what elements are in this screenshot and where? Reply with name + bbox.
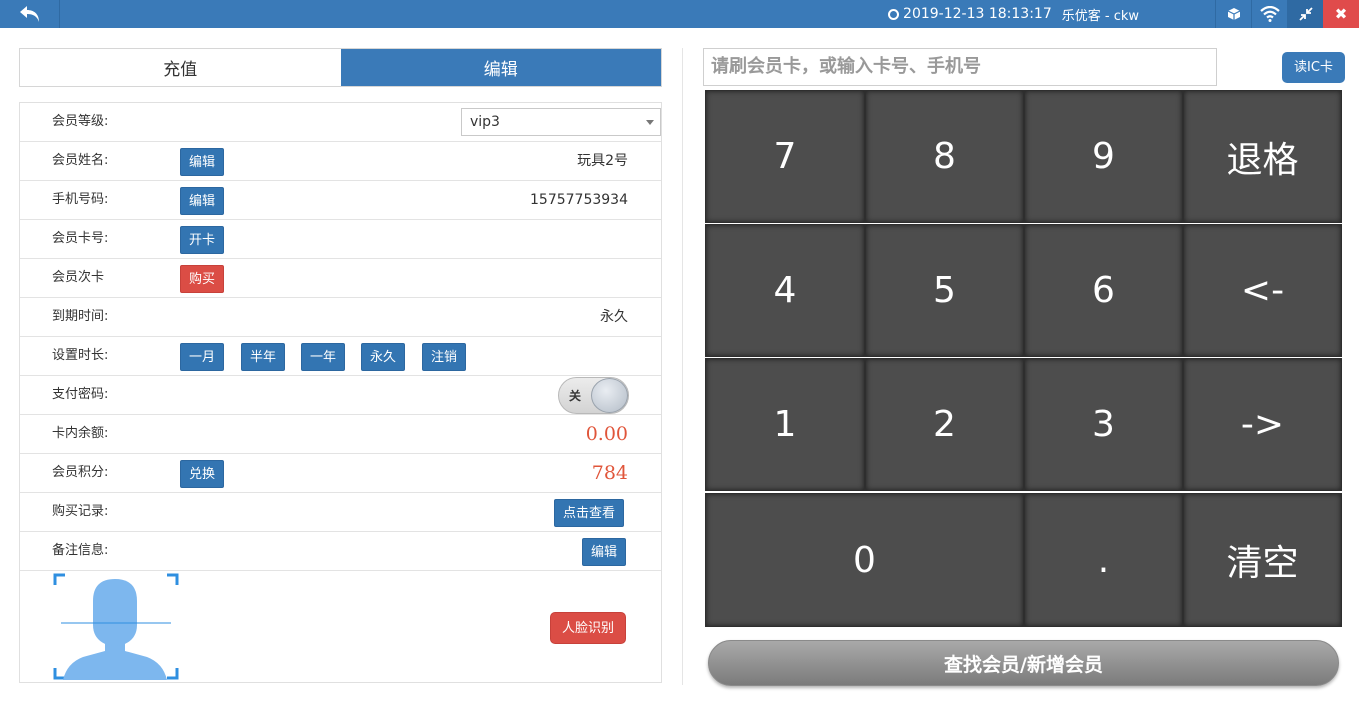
key-9[interactable]: 9 bbox=[1024, 90, 1183, 223]
phone-label: 手机号码: bbox=[52, 192, 109, 207]
status-area: 2019-12-13 18:13:17 乐优客 - ckw bbox=[888, 0, 1139, 28]
member-form: 会员等级: vip3 会员姓名: 编辑 玩具2号 手机号码: 编辑 157577… bbox=[19, 102, 662, 683]
duration-year-button[interactable]: 一年 bbox=[301, 343, 346, 371]
level-label: 会员等级: bbox=[52, 114, 109, 129]
key-6[interactable]: 6 bbox=[1024, 224, 1183, 357]
key-cursor-left[interactable]: <- bbox=[1183, 224, 1342, 357]
cube-button[interactable] bbox=[1215, 0, 1251, 28]
edit-name-button[interactable]: 编辑 bbox=[180, 148, 225, 176]
points-value: 784 bbox=[591, 462, 628, 484]
purchases-label: 购买记录: bbox=[52, 504, 109, 519]
balance-label: 卡内余额: bbox=[52, 426, 109, 441]
key-8[interactable]: 8 bbox=[865, 90, 1024, 223]
face-area: 人脸识别 bbox=[20, 571, 661, 685]
row-points: 会员积分: 兑换 784 bbox=[20, 454, 661, 493]
key-5[interactable]: 5 bbox=[865, 224, 1024, 357]
duration-month-button[interactable]: 一月 bbox=[180, 343, 225, 371]
row-pay-password: 支付密码: 关 bbox=[20, 376, 661, 415]
redeem-points-button[interactable]: 兑换 bbox=[180, 460, 225, 488]
tab-edit[interactable]: 编辑 bbox=[340, 49, 661, 86]
face-avatar-icon bbox=[53, 573, 179, 680]
phone-value: 15757753934 bbox=[530, 192, 628, 208]
key-cursor-right[interactable]: -> bbox=[1183, 358, 1342, 491]
pay-password-toggle[interactable]: 关 bbox=[558, 377, 629, 414]
tab-bar: 充值 编辑 bbox=[19, 48, 662, 87]
key-dot[interactable]: . bbox=[1024, 493, 1183, 627]
edit-notes-button[interactable]: 编辑 bbox=[582, 538, 627, 566]
card-label: 会员卡号: bbox=[52, 231, 109, 246]
key-backspace[interactable]: 退格 bbox=[1183, 90, 1342, 223]
balance-value: 0.00 bbox=[585, 423, 628, 445]
row-expiry: 到期时间: 永久 bbox=[20, 298, 661, 337]
member-search-input[interactable]: 请刷会员卡，或输入卡号、手机号 bbox=[703, 48, 1217, 86]
compress-icon bbox=[1298, 7, 1313, 21]
key-clear[interactable]: 清空 bbox=[1183, 493, 1342, 627]
times-card-label: 会员次卡 bbox=[52, 270, 105, 285]
row-name: 会员姓名: 编辑 玩具2号 bbox=[20, 142, 661, 181]
datetime-display: 2019-12-13 18:13:17 bbox=[888, 6, 1052, 22]
points-label: 会员积分: bbox=[52, 465, 109, 480]
edit-phone-button[interactable]: 编辑 bbox=[180, 187, 225, 215]
buy-times-card-button[interactable]: 购买 bbox=[180, 265, 225, 293]
panel-divider bbox=[682, 48, 683, 685]
open-card-button[interactable]: 开卡 bbox=[180, 226, 225, 254]
notes-label: 备注信息: bbox=[52, 543, 109, 558]
key-3[interactable]: 3 bbox=[1024, 358, 1183, 491]
title-bar: 2019-12-13 18:13:17 乐优客 - ckw ✖ bbox=[0, 0, 1359, 28]
wifi-button[interactable] bbox=[1251, 0, 1287, 28]
pay-password-label: 支付密码: bbox=[52, 387, 109, 402]
face-recognition-button[interactable]: 人脸识别 bbox=[550, 612, 627, 644]
row-notes: 备注信息: 编辑 bbox=[20, 532, 661, 571]
toggle-off-label: 关 bbox=[569, 389, 582, 403]
clock-icon bbox=[888, 8, 900, 20]
read-ic-card-button[interactable]: 读IC卡 bbox=[1282, 52, 1345, 83]
view-purchases-button[interactable]: 点击查看 bbox=[554, 499, 625, 527]
tab-recharge[interactable]: 充值 bbox=[20, 49, 341, 86]
name-value: 玩具2号 bbox=[577, 153, 628, 169]
key-4[interactable]: 4 bbox=[705, 224, 865, 357]
key-2[interactable]: 2 bbox=[865, 358, 1024, 491]
face-placeholder bbox=[53, 573, 179, 680]
row-times-card: 会员次卡 购买 bbox=[20, 259, 661, 298]
back-icon bbox=[19, 6, 39, 22]
datetime-text: 2019-12-13 18:13:17 bbox=[903, 6, 1052, 22]
chevron-down-icon bbox=[646, 120, 654, 125]
cube-icon bbox=[1227, 8, 1240, 20]
back-button[interactable] bbox=[0, 0, 60, 28]
close-button[interactable]: ✖ bbox=[1323, 0, 1359, 28]
key-7[interactable]: 7 bbox=[705, 90, 865, 223]
row-card: 会员卡号: 开卡 bbox=[20, 220, 661, 259]
expiry-label: 到期时间: bbox=[52, 309, 109, 324]
key-1[interactable]: 1 bbox=[705, 358, 865, 491]
user-text: 乐优客 - ckw bbox=[1061, 8, 1139, 24]
row-purchases: 购买记录: 点击查看 bbox=[20, 493, 661, 532]
row-level: 会员等级: vip3 bbox=[20, 103, 661, 142]
key-0[interactable]: 0 bbox=[705, 493, 1024, 627]
keypad: 7 8 9 退格 4 5 6 <- 1 2 3 -> 0 . 清空 bbox=[705, 90, 1342, 627]
duration-half-year-button[interactable]: 半年 bbox=[241, 343, 286, 371]
row-duration: 设置时长: 一月 半年 一年 永久 注销 bbox=[20, 337, 661, 376]
row-balance: 卡内余额: 0.00 bbox=[20, 415, 661, 454]
row-phone: 手机号码: 编辑 15757753934 bbox=[20, 181, 661, 220]
toggle-knob bbox=[591, 378, 628, 413]
name-label: 会员姓名: bbox=[52, 153, 109, 168]
duration-cancel-button[interactable]: 注销 bbox=[422, 343, 467, 371]
expiry-value: 永久 bbox=[600, 309, 628, 325]
find-or-add-member-button[interactable]: 查找会员/新增会员 bbox=[708, 640, 1339, 686]
duration-forever-button[interactable]: 永久 bbox=[361, 343, 406, 371]
compress-button[interactable] bbox=[1287, 0, 1323, 28]
wifi-icon bbox=[1259, 6, 1280, 22]
duration-label: 设置时长: bbox=[52, 348, 109, 363]
level-select[interactable]: vip3 bbox=[461, 108, 661, 136]
level-select-value: vip3 bbox=[470, 114, 500, 130]
close-icon: ✖ bbox=[1334, 5, 1348, 23]
